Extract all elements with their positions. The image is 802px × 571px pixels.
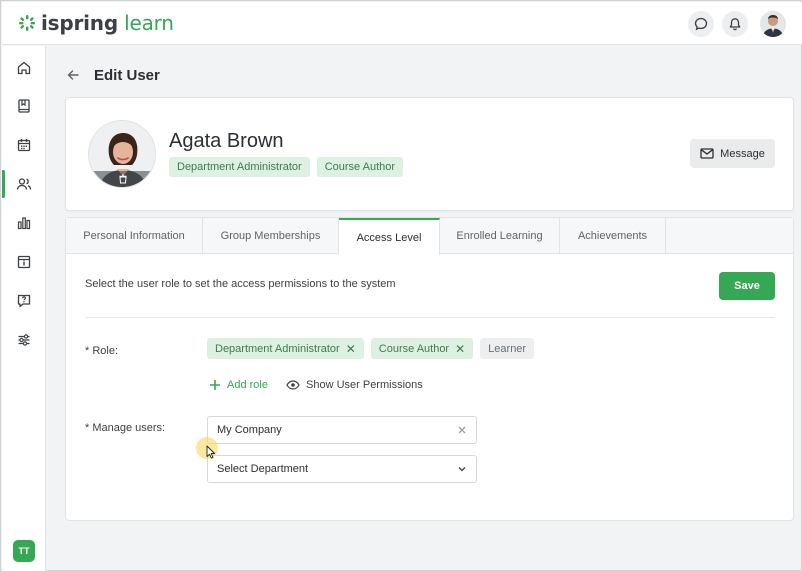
role-field-label: * Role:	[85, 345, 119, 357]
sidebar-item-help[interactable]	[2, 285, 45, 317]
chevron-down-icon	[458, 467, 466, 472]
access-level-panel: Personal Information Group Memberships A…	[65, 217, 794, 521]
sliders-icon	[18, 334, 29, 346]
chat-bubble-icon	[694, 17, 708, 31]
notifications-button[interactable]	[722, 11, 748, 37]
clear-icon[interactable]	[457, 425, 467, 435]
ispring-logo-icon	[19, 15, 35, 31]
mouse-cursor-icon	[206, 445, 216, 459]
role-chip-learner: Learner	[480, 338, 535, 359]
company-value: My Company	[217, 424, 282, 436]
tab-bar: Personal Information Group Memberships A…	[66, 218, 793, 255]
bar-chart-icon	[17, 217, 30, 230]
sidebar-item-settings[interactable]	[2, 324, 45, 356]
remove-role-icon[interactable]: ✕	[455, 343, 465, 355]
role-tag: Course Author	[316, 157, 404, 177]
add-role-label: Add role	[227, 379, 268, 391]
calendar-icon	[17, 139, 30, 152]
back-arrow-icon[interactable]	[65, 67, 81, 83]
tab-enrolled-learning[interactable]: Enrolled Learning	[440, 218, 560, 254]
info-panel-icon	[17, 255, 30, 269]
plus-icon	[210, 380, 220, 390]
profile-role-tags: Department Administrator Course Author	[169, 157, 404, 177]
envelope-icon	[700, 148, 714, 159]
home-icon	[17, 61, 30, 75]
eye-icon	[286, 380, 300, 390]
tab-personal-information[interactable]: Personal Information	[66, 218, 203, 254]
department-placeholder: Select Department	[217, 463, 309, 475]
brand-name: ispring	[41, 11, 118, 35]
profile-avatar[interactable]	[88, 120, 156, 188]
brand-product: learn	[117, 11, 174, 35]
tab-access-level[interactable]: Access Level	[339, 218, 440, 255]
remove-role-icon[interactable]: ✕	[346, 343, 356, 355]
manage-users-label: * Manage users:	[85, 422, 166, 434]
page-title: Edit User	[94, 67, 160, 84]
tab-achievements[interactable]: Achievements	[560, 218, 666, 254]
show-permissions-button[interactable]: Show User Permissions	[286, 379, 423, 391]
role-tag: Department Administrator	[169, 157, 310, 177]
current-user-badge[interactable]: TT	[13, 540, 35, 562]
message-button[interactable]: Message	[690, 139, 775, 168]
chat-button[interactable]	[688, 11, 714, 37]
sidebar-item-reports[interactable]	[2, 207, 45, 239]
sidebar-item-courses[interactable]	[2, 90, 45, 122]
access-hint-text: Select the user role to set the access p…	[85, 278, 396, 290]
role-chip-course-author[interactable]: Course Author ✕	[370, 338, 474, 359]
trash-icon	[119, 174, 127, 184]
role-chip-label: Department Administrator	[215, 342, 340, 355]
sidebar-item-home[interactable]	[2, 52, 45, 84]
app-window: ispring learn TT Edit User Agata Brown D…	[0, 0, 802, 571]
role-chips: Department Administrator ✕ Course Author…	[207, 338, 535, 359]
section-divider	[85, 317, 775, 318]
users-icon	[16, 178, 31, 190]
sidebar-item-calendar[interactable]	[2, 129, 45, 161]
sidebar-item-users[interactable]	[2, 168, 45, 200]
save-button[interactable]: Save	[719, 272, 775, 300]
role-chip-label: Course Author	[378, 342, 450, 355]
department-select[interactable]: Select Department	[207, 455, 477, 483]
tab-group-memberships[interactable]: Group Memberships	[203, 218, 339, 254]
company-select[interactable]: My Company	[207, 416, 477, 444]
user-photo-icon	[760, 11, 786, 37]
show-permissions-label: Show User Permissions	[306, 379, 423, 391]
message-button-label: Message	[720, 147, 765, 160]
bell-icon	[729, 18, 741, 31]
role-chip-department-administrator[interactable]: Department Administrator ✕	[207, 338, 364, 359]
add-role-button[interactable]: Add role	[209, 379, 268, 391]
brand-logo[interactable]: ispring learn	[18, 11, 174, 35]
question-chat-icon	[17, 294, 30, 308]
user-full-name: Agata Brown	[169, 130, 284, 152]
sidebar: TT	[2, 46, 46, 571]
remove-photo-button[interactable]	[89, 171, 155, 187]
profile-card: Agata Brown Department Administrator Cou…	[65, 97, 794, 211]
sidebar-item-info[interactable]	[2, 246, 45, 278]
account-avatar[interactable]	[760, 11, 786, 37]
top-bar: ispring learn	[2, 2, 802, 45]
book-icon	[17, 99, 30, 113]
